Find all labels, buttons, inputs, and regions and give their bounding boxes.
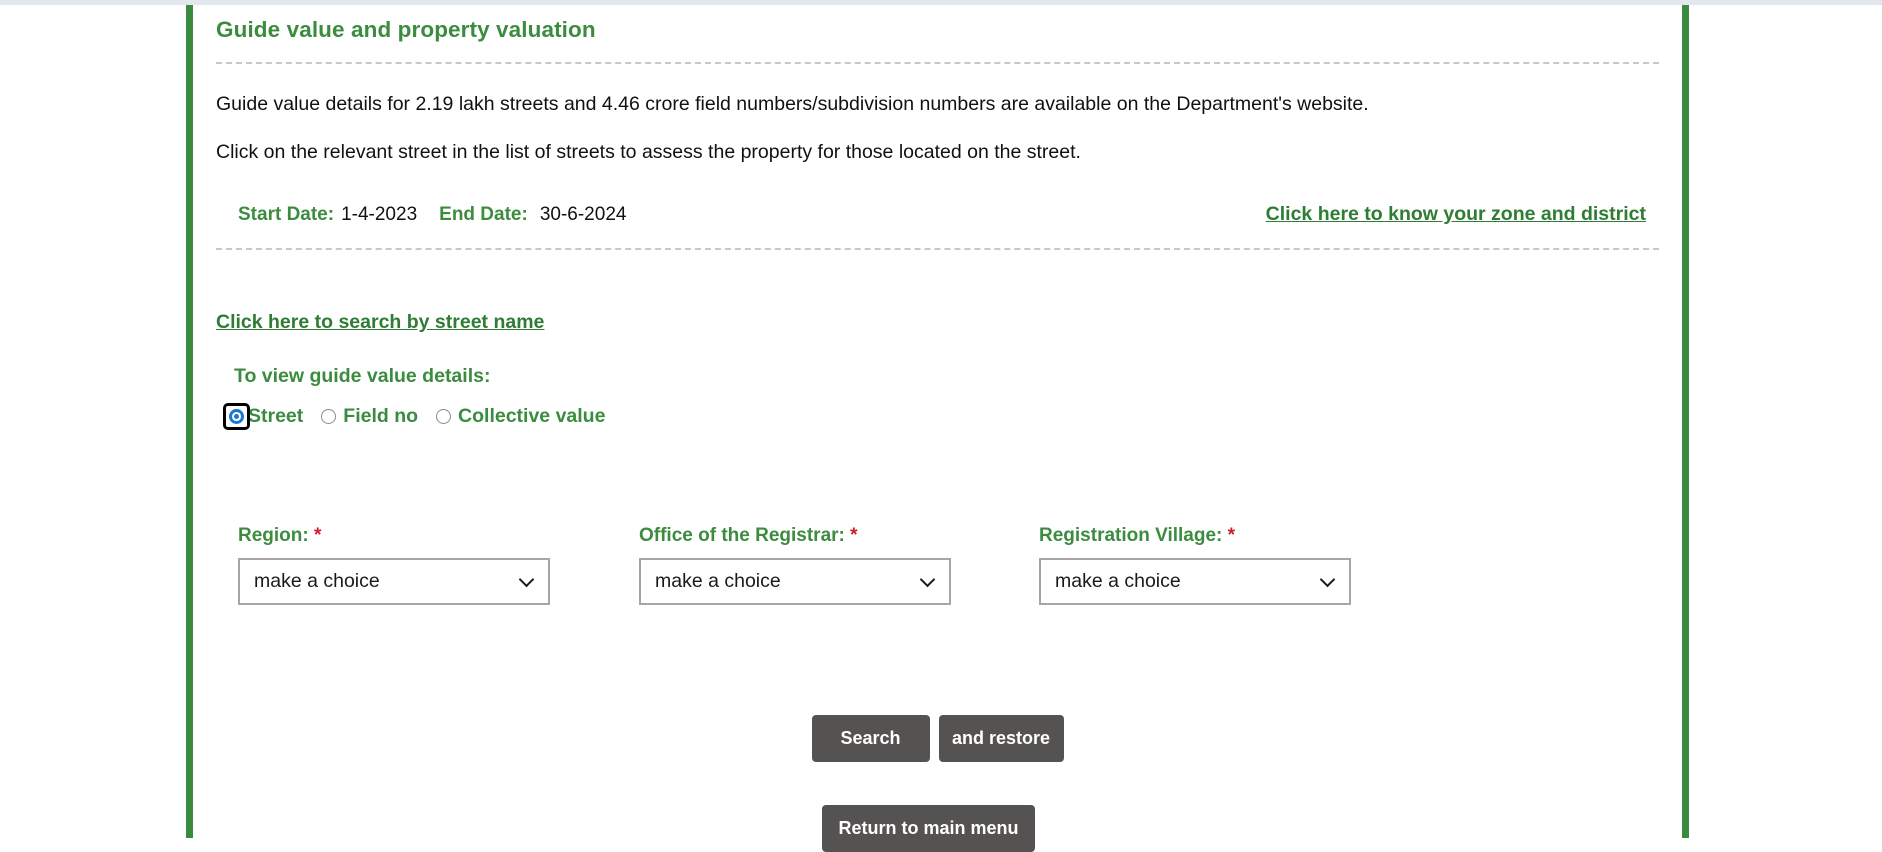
- return-to-main-menu-button[interactable]: Return to main menu: [822, 805, 1035, 852]
- radio-option-collective-value-label: Collective value: [458, 405, 606, 427]
- radio-option-street-label: Street: [248, 405, 304, 427]
- field-registration-village-label-text: Registration Village:: [1039, 525, 1223, 546]
- field-region-required-mark: *: [314, 525, 322, 546]
- search-mode-heading: To view guide value details:: [234, 365, 491, 387]
- registrar-office-select-value: make a choice: [655, 570, 781, 592]
- search-mode-radio-group: Street Field no Collective value: [223, 403, 605, 430]
- field-registrar-office-label-text: Office of the Registrar:: [639, 525, 845, 546]
- search-by-street-name-link[interactable]: Click here to search by street name: [216, 311, 544, 334]
- field-registration-village: Registration Village: * make a choice: [1039, 525, 1351, 605]
- field-registrar-office-label: Office of the Registrar: *: [639, 525, 951, 547]
- region-select[interactable]: make a choice: [238, 558, 550, 605]
- field-registration-village-required-mark: *: [1227, 525, 1236, 546]
- start-date-value: 1-4-2023: [341, 204, 418, 225]
- guide-value-panel: Guide value and property valuation Guide…: [193, 5, 1682, 852]
- chevron-down-icon: [922, 574, 935, 587]
- right-green-rail: [1682, 5, 1689, 838]
- page-title: Guide value and property valuation: [216, 17, 596, 42]
- divider-bottom: [216, 248, 1659, 250]
- radio-option-collective-value[interactable]: Collective value: [436, 405, 605, 428]
- field-region: Region: * make a choice: [238, 525, 550, 605]
- intro-paragraph-2: Click on the relevant street in the list…: [216, 141, 1081, 163]
- radio-option-street[interactable]: Street: [223, 403, 304, 430]
- field-registrar-office: Office of the Registrar: * make a choice: [639, 525, 951, 605]
- search-button[interactable]: Search: [811, 715, 930, 762]
- radio-option-field-no-label: Field no: [343, 405, 419, 427]
- registration-village-select[interactable]: make a choice: [1039, 558, 1351, 605]
- chevron-down-icon: [521, 574, 534, 587]
- radio-street-control[interactable]: [223, 403, 250, 430]
- registrar-office-select[interactable]: make a choice: [639, 558, 951, 605]
- zone-district-link[interactable]: Click here to know your zone and distric…: [1266, 203, 1646, 226]
- divider-top: [216, 62, 1659, 64]
- end-date-value: 30-6-2024: [539, 204, 627, 225]
- registration-village-select-value: make a choice: [1055, 570, 1181, 592]
- field-region-label: Region: *: [238, 525, 550, 547]
- radio-street-dot: [233, 413, 240, 420]
- radio-field-no-control[interactable]: [321, 409, 337, 424]
- field-registrar-office-required-mark: *: [850, 525, 858, 546]
- secondary-action-row: Return to main menu: [216, 805, 1659, 852]
- radio-collective-value-control[interactable]: [436, 409, 452, 424]
- validity-date-row: Start Date: 1-4-2023 End Date: 30-6-2024: [238, 204, 626, 226]
- primary-action-row: Search and restore: [216, 715, 1659, 762]
- left-green-rail: [186, 5, 193, 838]
- chevron-down-icon: [1322, 574, 1335, 587]
- field-registration-village-label: Registration Village: *: [1039, 525, 1351, 547]
- start-date-label: Start Date:: [238, 204, 335, 225]
- end-date-label: End Date:: [439, 204, 528, 225]
- reset-button[interactable]: and restore: [938, 715, 1064, 762]
- radio-option-field-no[interactable]: Field no: [321, 405, 418, 428]
- intro-paragraph-1: Guide value details for 2.19 lakh street…: [216, 93, 1369, 115]
- region-select-value: make a choice: [254, 570, 380, 592]
- field-region-label-text: Region:: [238, 525, 309, 546]
- page-wrapper: Guide value and property valuation Guide…: [0, 5, 1882, 852]
